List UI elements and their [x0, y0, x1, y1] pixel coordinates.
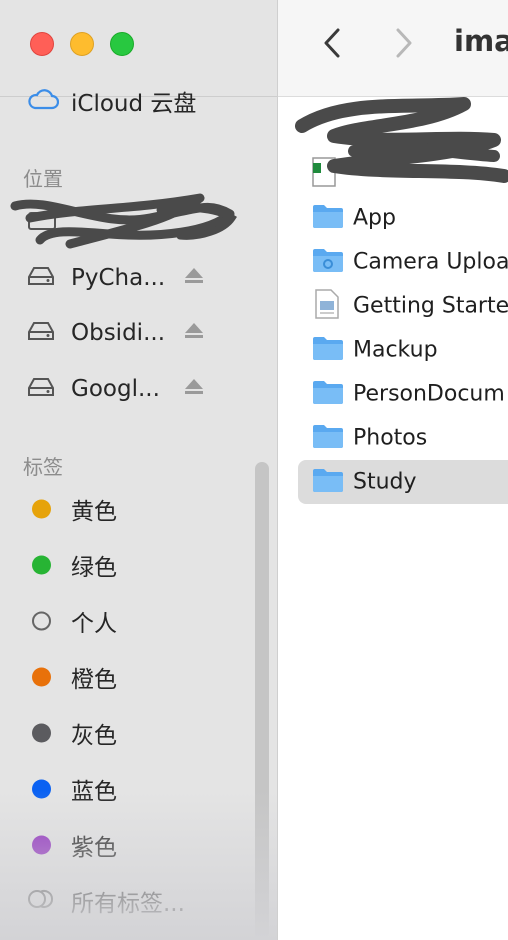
file-name: Photos	[353, 425, 428, 451]
file-name: Study	[353, 469, 417, 495]
sidebar-tag-green[interactable]: 绿色	[0, 543, 277, 587]
eject-icon[interactable]	[184, 267, 204, 289]
close-window-button[interactable]	[30, 32, 54, 56]
file-name: App	[353, 205, 396, 231]
folder-icon	[312, 335, 344, 365]
eject-icon[interactable]	[184, 378, 204, 400]
sidebar-item-label: 个人	[71, 611, 117, 637]
sidebar-item-location[interactable]: PyCha...	[0, 256, 277, 300]
folder-icon	[312, 379, 344, 409]
gray-tag-dot-icon	[32, 723, 51, 743]
sidebar-all-tags[interactable]: 所有标签...	[0, 879, 277, 923]
file-row-persondocuments[interactable]: PersonDocum	[298, 372, 508, 416]
external-drive-icon	[27, 376, 55, 402]
sidebar-tag-orange[interactable]: 橙色	[0, 655, 277, 699]
external-drive-icon	[27, 320, 55, 346]
tags-section-title: 标签	[23, 455, 63, 479]
sidebar-tag-gray[interactable]: 灰色	[0, 711, 277, 755]
zoom-window-button[interactable]	[110, 32, 134, 56]
spreadsheet-file-icon	[312, 157, 336, 191]
document-file-icon	[315, 289, 339, 323]
green-tag-dot-icon	[32, 555, 51, 575]
file-row-getting-started[interactable]: Getting Starte	[298, 284, 508, 328]
sidebar-scrollbar[interactable]	[255, 462, 269, 940]
sidebar-item-label: 黄色	[71, 499, 117, 525]
forward-button[interactable]	[394, 27, 414, 63]
eject-icon[interactable]	[184, 322, 204, 344]
folder-icon	[312, 423, 344, 453]
file-list-pane: imag App Camera Uploa Getting Starte Mac…	[278, 0, 508, 940]
sidebar-item-location[interactable]: Obsidi...	[0, 311, 277, 355]
back-button[interactable]	[322, 27, 342, 63]
camera-folder-icon	[312, 247, 344, 277]
file-row-photos[interactable]: Photos	[298, 416, 508, 460]
sidebar-item-label: Googl...	[71, 376, 160, 402]
sidebar-tag-personal[interactable]: 个人	[0, 599, 277, 643]
external-drive-icon	[27, 265, 55, 291]
file-row-study[interactable]: Study	[298, 460, 508, 504]
sidebar-tag-blue[interactable]: 蓝色	[0, 767, 277, 811]
redacted-spreadsheet-row[interactable]	[298, 152, 508, 196]
sidebar: iCloud 云盘 位置 PyCha... Obsidi... Googl...…	[0, 0, 278, 940]
purple-tag-dot-icon	[32, 835, 51, 855]
sidebar-item-label: PyCha...	[71, 265, 166, 291]
folder-icon	[312, 203, 344, 233]
file-row-app[interactable]: App	[298, 196, 508, 240]
file-name: Getting Starte	[353, 293, 508, 319]
sidebar-item-label: 蓝色	[71, 779, 117, 805]
all-tags-icon	[27, 889, 55, 913]
sidebar-item-label: 灰色	[71, 723, 117, 749]
file-name: Camera Uploa	[353, 249, 508, 275]
window-title: imag	[454, 24, 508, 58]
sidebar-item-label: Obsidi...	[71, 320, 165, 346]
redacted-file-row[interactable]	[298, 108, 508, 152]
main-toolbar: imag	[278, 0, 508, 97]
computer-icon	[27, 211, 57, 237]
locations-section-title: 位置	[23, 167, 63, 191]
sidebar-item-label: iCloud 云盘	[71, 91, 197, 117]
folder-icon	[312, 467, 344, 497]
cloud-icon	[27, 88, 60, 114]
sidebar-item-label: 绿色	[71, 555, 117, 581]
blue-tag-dot-icon	[32, 779, 51, 799]
sidebar-item-label: 橙色	[71, 667, 117, 693]
orange-tag-dot-icon	[32, 667, 51, 687]
sidebar-tag-purple[interactable]: 紫色	[0, 823, 277, 867]
minimize-window-button[interactable]	[70, 32, 94, 56]
file-name: PersonDocum	[353, 381, 505, 407]
sidebar-item-icloud[interactable]: iCloud 云盘	[0, 79, 277, 123]
sidebar-item-location[interactable]: Googl...	[0, 367, 277, 411]
file-row-mackup[interactable]: Mackup	[298, 328, 508, 372]
sidebar-item-label: 紫色	[71, 835, 117, 861]
yellow-tag-dot-icon	[32, 499, 51, 519]
file-name: Mackup	[353, 337, 438, 363]
sidebar-item-label: 所有标签...	[71, 891, 185, 917]
sidebar-item-redacted-location[interactable]	[0, 202, 277, 246]
file-row-camera-uploads[interactable]: Camera Uploa	[298, 240, 508, 284]
sidebar-tag-yellow[interactable]: 黄色	[0, 487, 277, 531]
empty-tag-circle-icon	[32, 611, 51, 631]
